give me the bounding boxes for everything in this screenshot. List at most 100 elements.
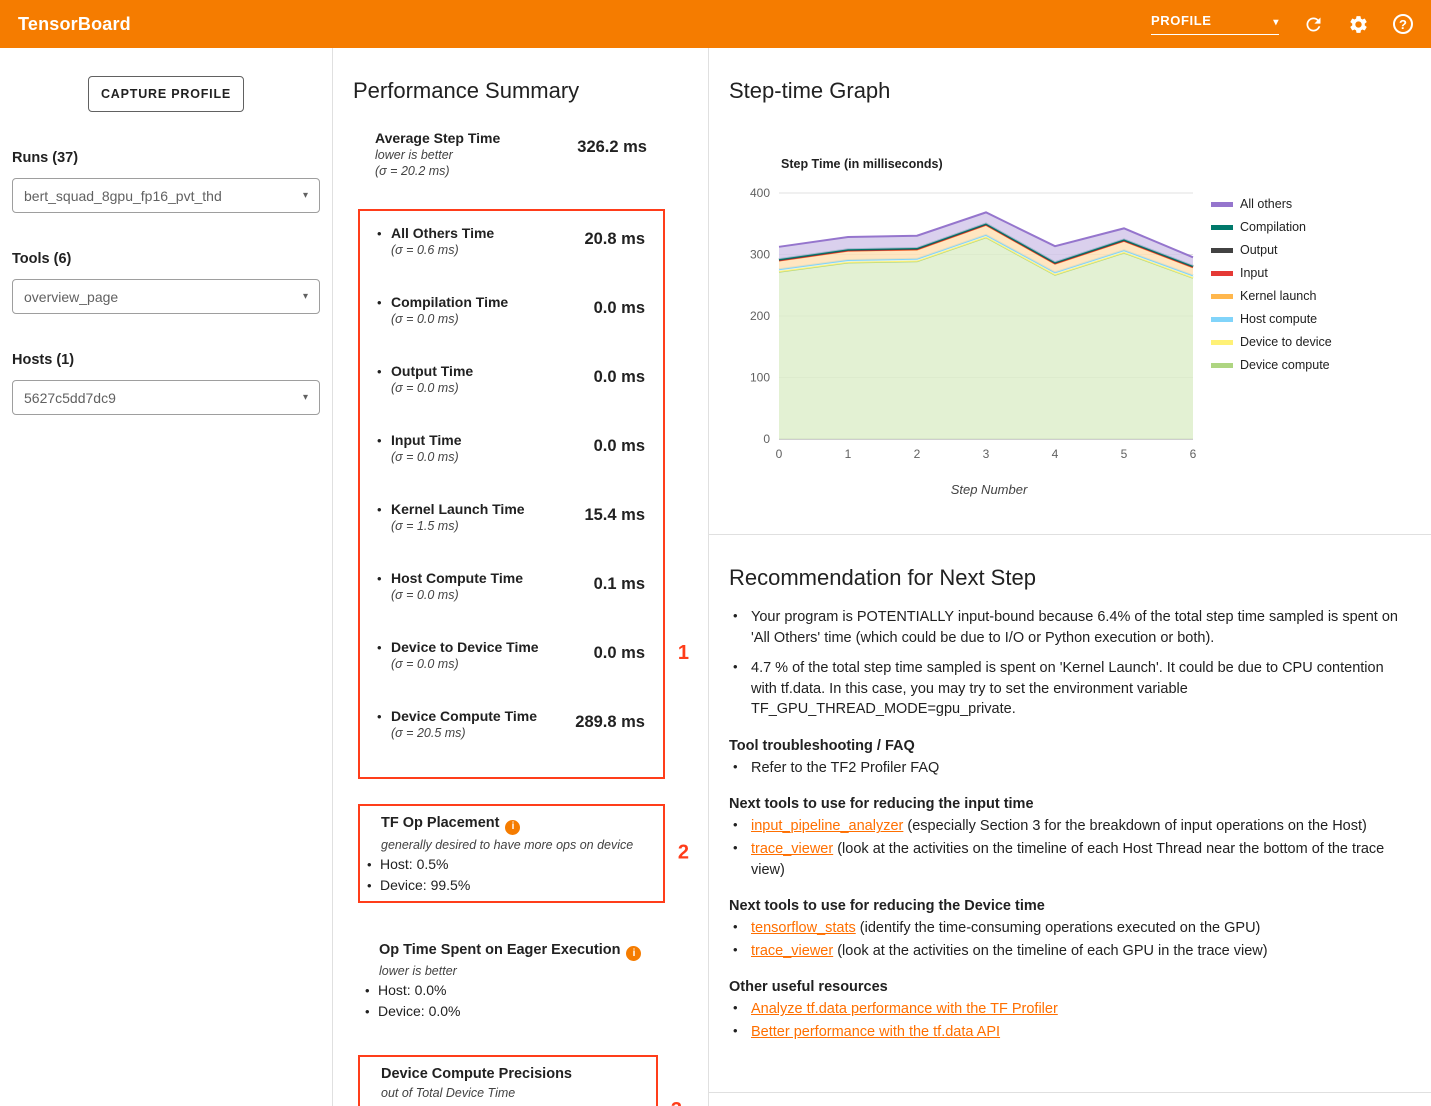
metric-sigma: (σ = 20.2 ms) [375,164,500,179]
legend-label: Device to device [1240,335,1332,349]
legend-item: Compilation [1211,220,1332,234]
list-item-text: Device: 0.0% [378,1002,460,1021]
metric-name: Compilation Time [391,294,594,311]
metric-label: Compilation Time(σ = 0.0 ms) [391,294,594,327]
main-content: CAPTURE PROFILE Runs (37) bert_squad_8gp… [0,48,1431,1106]
svg-text:200: 200 [750,309,770,323]
metric-list: •All Others Time(σ = 0.6 ms)20.8 ms • Comp… [377,225,645,741]
bullet: • [733,1022,751,1043]
recommendation-text: Your program is POTENTIALLY input-bound … [751,607,1407,648]
rec-section-heading: Next tools to use for reducing the Devic… [729,898,1407,914]
tf-op-placement-list: •Host: 0.5%•Device: 99.5% [367,855,649,895]
info-icon[interactable]: i [626,946,641,961]
bullet: • [377,501,391,518]
tools-label: Tools (6) [12,251,320,267]
annotation-number-3: 3 [671,1099,682,1106]
right-panel: Step-time Graph Step Time (in millisecon… [709,48,1431,1106]
metric-sigma: (σ = 0.6 ms) [391,243,584,258]
refresh-icon[interactable] [1303,14,1324,35]
chevron-down-icon: ▾ [303,291,308,302]
bullet: • [377,708,391,725]
performance-summary-panel: Performance Summary Average Step Time lo… [333,48,709,1106]
bullet: • [377,363,391,380]
recommendation-bullet: •4.7 % of the total step time sampled is… [733,658,1407,720]
precisions-subtitle: out of Total Device Time [381,1085,642,1101]
capture-profile-button[interactable]: CAPTURE PROFILE [88,76,244,112]
svg-text:1: 1 [845,447,852,461]
header-actions: PROFILE ▾ ? [1151,13,1413,35]
recommendation-bullets: •Your program is POTENTIALLY input-bound… [729,607,1407,720]
average-step-time-row: Average Step Time lower is better (σ = 2… [358,130,665,179]
bullet: • [367,876,380,895]
rec-section-item: •input_pipeline_analyzer (especially Sec… [733,816,1407,837]
metric-value: 289.8 ms [575,713,645,732]
chart-title: Step Time (in milliseconds) [781,157,1411,171]
metric-label: All Others Time(σ = 0.6 ms) [391,225,584,258]
rec-item-text: input_pipeline_analyzer (especially Sect… [751,816,1367,837]
svg-text:3: 3 [983,447,990,461]
bullet: • [733,607,751,648]
legend-swatch [1211,202,1233,207]
step-time-chart: 01002003004000123456 [729,183,1199,473]
annotation-box-3: Device Compute Precisions out of Total D… [358,1055,658,1106]
rec-item-text: Refer to the TF2 Profiler FAQ [751,758,939,779]
svg-text:300: 300 [750,248,770,262]
metric-label: Host Compute Time(σ = 0.0 ms) [391,570,594,603]
app-title: TensorBoard [18,14,131,35]
settings-icon[interactable] [1348,14,1369,35]
metric-row: •Output Time(σ = 0.0 ms)0.0 ms [377,363,645,396]
legend-swatch [1211,317,1233,322]
metric-sigma: (σ = 1.5 ms) [391,519,584,534]
bullet: • [733,839,751,880]
legend-item: Host compute [1211,312,1332,326]
metric-note: lower is better [375,148,500,163]
tool-link[interactable]: trace_viewer [751,943,833,959]
metric-name: Device to Device Time [391,639,594,656]
tool-link[interactable]: trace_viewer [751,841,833,857]
metric-name: Device Compute Time [391,708,575,725]
tool-link[interactable]: Analyze tf.data performance with the TF … [751,1001,1058,1017]
metric-sigma: (σ = 0.0 ms) [391,450,594,465]
metric-sigma: (σ = 0.0 ms) [391,657,594,672]
rec-item-text: trace_viewer (look at the activities on … [751,941,1268,962]
rec-section-heading: Next tools to use for reducing the input… [729,796,1407,812]
metric-row: •Input Time(σ = 0.0 ms)0.0 ms [377,432,645,465]
legend-item: Device compute [1211,358,1332,372]
legend-item: Input [1211,266,1332,280]
hosts-select[interactable]: 5627c5dd7dc9 ▾ [12,380,320,415]
list-item: •Device: 0.0% [365,1002,651,1021]
annotation-box-1: •All Others Time(σ = 0.6 ms)20.8 ms • Comp… [358,209,665,779]
metric-label: Device to Device Time(σ = 0.0 ms) [391,639,594,672]
rec-item-text: trace_viewer (look at the activities on … [751,839,1407,880]
info-icon[interactable]: i [505,820,520,835]
bullet: • [733,816,751,837]
tool-link[interactable]: tensorflow_stats [751,920,856,936]
chevron-down-icon: ▾ [303,190,308,201]
svg-text:2: 2 [914,447,921,461]
legend-swatch [1211,225,1233,230]
bullet: • [377,432,391,449]
tool-link[interactable]: input_pipeline_analyzer [751,818,903,834]
dashboard-selector[interactable]: PROFILE ▾ [1151,13,1279,35]
performance-summary-title: Performance Summary [353,78,688,104]
runs-select[interactable]: bert_squad_8gpu_fp16_pvt_thd ▾ [12,178,320,213]
tools-select[interactable]: overview_page ▾ [12,279,320,314]
rec-section-item: •Analyze tf.data performance with the TF… [733,999,1407,1020]
rec-section-item: •trace_viewer (look at the activities on… [733,941,1407,962]
metric-sigma: (σ = 0.0 ms) [391,312,594,327]
list-item-text: Device: 99.5% [380,876,470,895]
x-axis-label: Step Number [729,482,1199,497]
section-title-text: Op Time Spent on Eager Execution [379,942,620,958]
metric-row: •All Others Time(σ = 0.6 ms)20.8 ms [377,225,645,258]
rec-section-heading: Other useful resources [729,979,1407,995]
dashboard-selector-value: PROFILE [1151,13,1212,28]
tools-select-value: overview_page [24,289,118,305]
tool-link[interactable]: Better performance with the tf.data API [751,1024,1000,1040]
rec-section-item: •tensorflow_stats (identify the time-con… [733,918,1407,939]
chevron-down-icon: ▾ [303,392,308,403]
legend-label: Kernel launch [1240,289,1316,303]
bullet: • [733,999,751,1020]
help-icon[interactable]: ? [1393,14,1413,34]
app-header: TensorBoard PROFILE ▾ ? [0,0,1431,48]
chart-wrap: 01002003004000123456 Step Number All oth… [729,183,1411,497]
